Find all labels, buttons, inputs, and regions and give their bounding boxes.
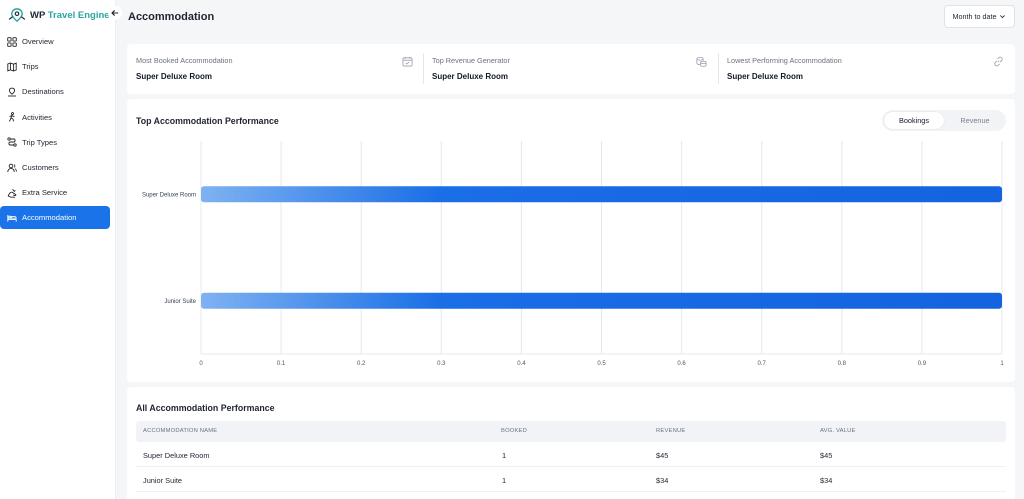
chevron-down-icon [1000,15,1006,19]
cell-revenue: $45 [656,451,669,460]
table-row[interactable]: Junior Suite 1 $34 $34 [136,467,1006,492]
column-header-name[interactable]: ACCOMMODATION NAME [143,428,217,434]
stat-most-booked: Most Booked Accommodation Super Deluxe R… [127,44,423,94]
bar[interactable] [201,186,1002,203]
column-header-booked[interactable]: BOOKED [501,428,527,434]
cell-avg-value: $45 [820,451,833,460]
period-select[interactable]: Month to date [944,5,1015,28]
sidebar-item-overview[interactable]: Overview [0,29,116,54]
cell-booked: 1 [502,451,507,460]
stat-value: Super Deluxe Room [136,72,213,81]
x-tick-label: 0.4 [517,361,526,367]
sidebar-item-activities[interactable]: Activities [0,105,116,130]
x-tick-label: 0.2 [357,361,366,367]
column-header-revenue[interactable]: REVENUE [656,428,685,434]
sidebar-item-trip-types[interactable]: Trip Types [0,130,116,155]
sidebar-item-label: Extra Service [22,188,68,198]
sidebar-item-extra-service[interactable]: Extra Service [0,180,116,205]
chart-category-labels: Super Deluxe Room Junior Suite [142,192,197,305]
map-icon [6,61,17,72]
sidebar-nav: Overview Trips Destinations Activities T… [0,29,116,230]
table-title: All Accommodation Performance [136,403,275,413]
app-logo[interactable]: WP Travel Engine [8,6,110,24]
x-tick-label: 0.7 [758,361,767,367]
arrow-left-icon [111,10,119,16]
logo-wp: WP [30,9,46,21]
accommodation-table-card: All Accommodation Performance ACCOMMODAT… [127,387,1015,499]
x-tick-label: 1 [1000,361,1004,367]
sidebar-item-label: Accommodation [22,213,77,223]
sidebar-item-trips[interactable]: Trips [0,54,116,79]
bar[interactable] [201,292,1002,309]
coins-icon [696,54,707,67]
sidebar-item-label: Trip Types [22,137,58,147]
cell-name: Super Deluxe Room [143,451,210,460]
stat-value: Super Deluxe Room [727,72,804,81]
x-tick-label: 0.1 [277,361,286,367]
cell-revenue: $34 [656,476,669,485]
stat-value: Super Deluxe Room [432,72,509,81]
x-tick-label: 0.3 [437,361,446,367]
x-tick-label: 0.8 [838,361,847,367]
x-tick-label: 0.9 [918,361,927,367]
sidebar-item-customers[interactable]: Customers [0,155,116,180]
cell-name: Junior Suite [143,476,183,485]
performance-bar-chart: Super Deluxe Room Junior Suite 0 0.1 0.2 0.3… [142,141,1004,367]
logo-brand: Travel Engine [47,9,110,21]
category-label: Super Deluxe Room [142,192,196,198]
calendar-check-icon [402,54,413,67]
x-tick-label: 0.5 [597,361,606,367]
logo-icon [8,8,26,22]
category-label: Junior Suite [164,299,196,305]
page-title: Accommodation [128,11,215,23]
sidebar-item-accommodation[interactable]: Accommodation [0,206,110,230]
sidebar-item-label: Trips [22,62,39,72]
link-icon [993,54,1004,67]
grid-icon [6,36,17,47]
stat-label: Most Booked Accommodation [136,56,233,65]
x-tick-label: 0.6 [677,361,686,367]
sidebar-item-destinations[interactable]: Destinations [0,79,116,104]
sidebar-item-label: Overview [22,37,54,47]
x-tick-label: 0 [199,361,203,367]
performance-chart-card: Top Accommodation Performance Bookings R… [127,99,1015,382]
sidebar-item-label: Activities [22,112,52,122]
stats-card: Most Booked Accommodation Super Deluxe R… [127,44,1015,94]
collapse-sidebar-button[interactable] [108,6,122,20]
table-row[interactable]: Super Deluxe Room 1 $45 $45 [136,442,1006,467]
column-header-avg-value[interactable]: AVG. VALUE [820,428,856,434]
cell-booked: 1 [502,476,507,485]
stat-label: Lowest Performing Accommodation [727,56,842,65]
chart-tick-labels: 0 0.1 0.2 0.3 0.4 0.5 0.6 0.7 0.8 0.9 1 [199,361,1004,367]
stat-label: Top Revenue Generator [432,56,510,65]
table-header: ACCOMMODATION NAME BOOKED REVENUE AVG. V… [136,421,1006,442]
chart-grid [200,141,1003,355]
stat-top-revenue: Top Revenue Generator Super Deluxe Room [423,44,718,94]
sidebar-item-label: Destinations [22,87,64,97]
destination-icon [6,86,17,97]
sidebar-item-label: Customers [22,163,59,173]
bed-icon [6,212,17,223]
cell-avg-value: $34 [820,476,833,485]
activity-icon [6,112,17,123]
service-icon [6,187,17,198]
customers-icon [6,162,17,173]
sidebar: WP Travel Engine Overview Trips Destinat… [0,0,122,499]
stat-lowest-performing: Lowest Performing Accommodation Super De… [718,44,1015,94]
period-select-value: Month to date [952,12,997,21]
route-icon [6,137,17,148]
